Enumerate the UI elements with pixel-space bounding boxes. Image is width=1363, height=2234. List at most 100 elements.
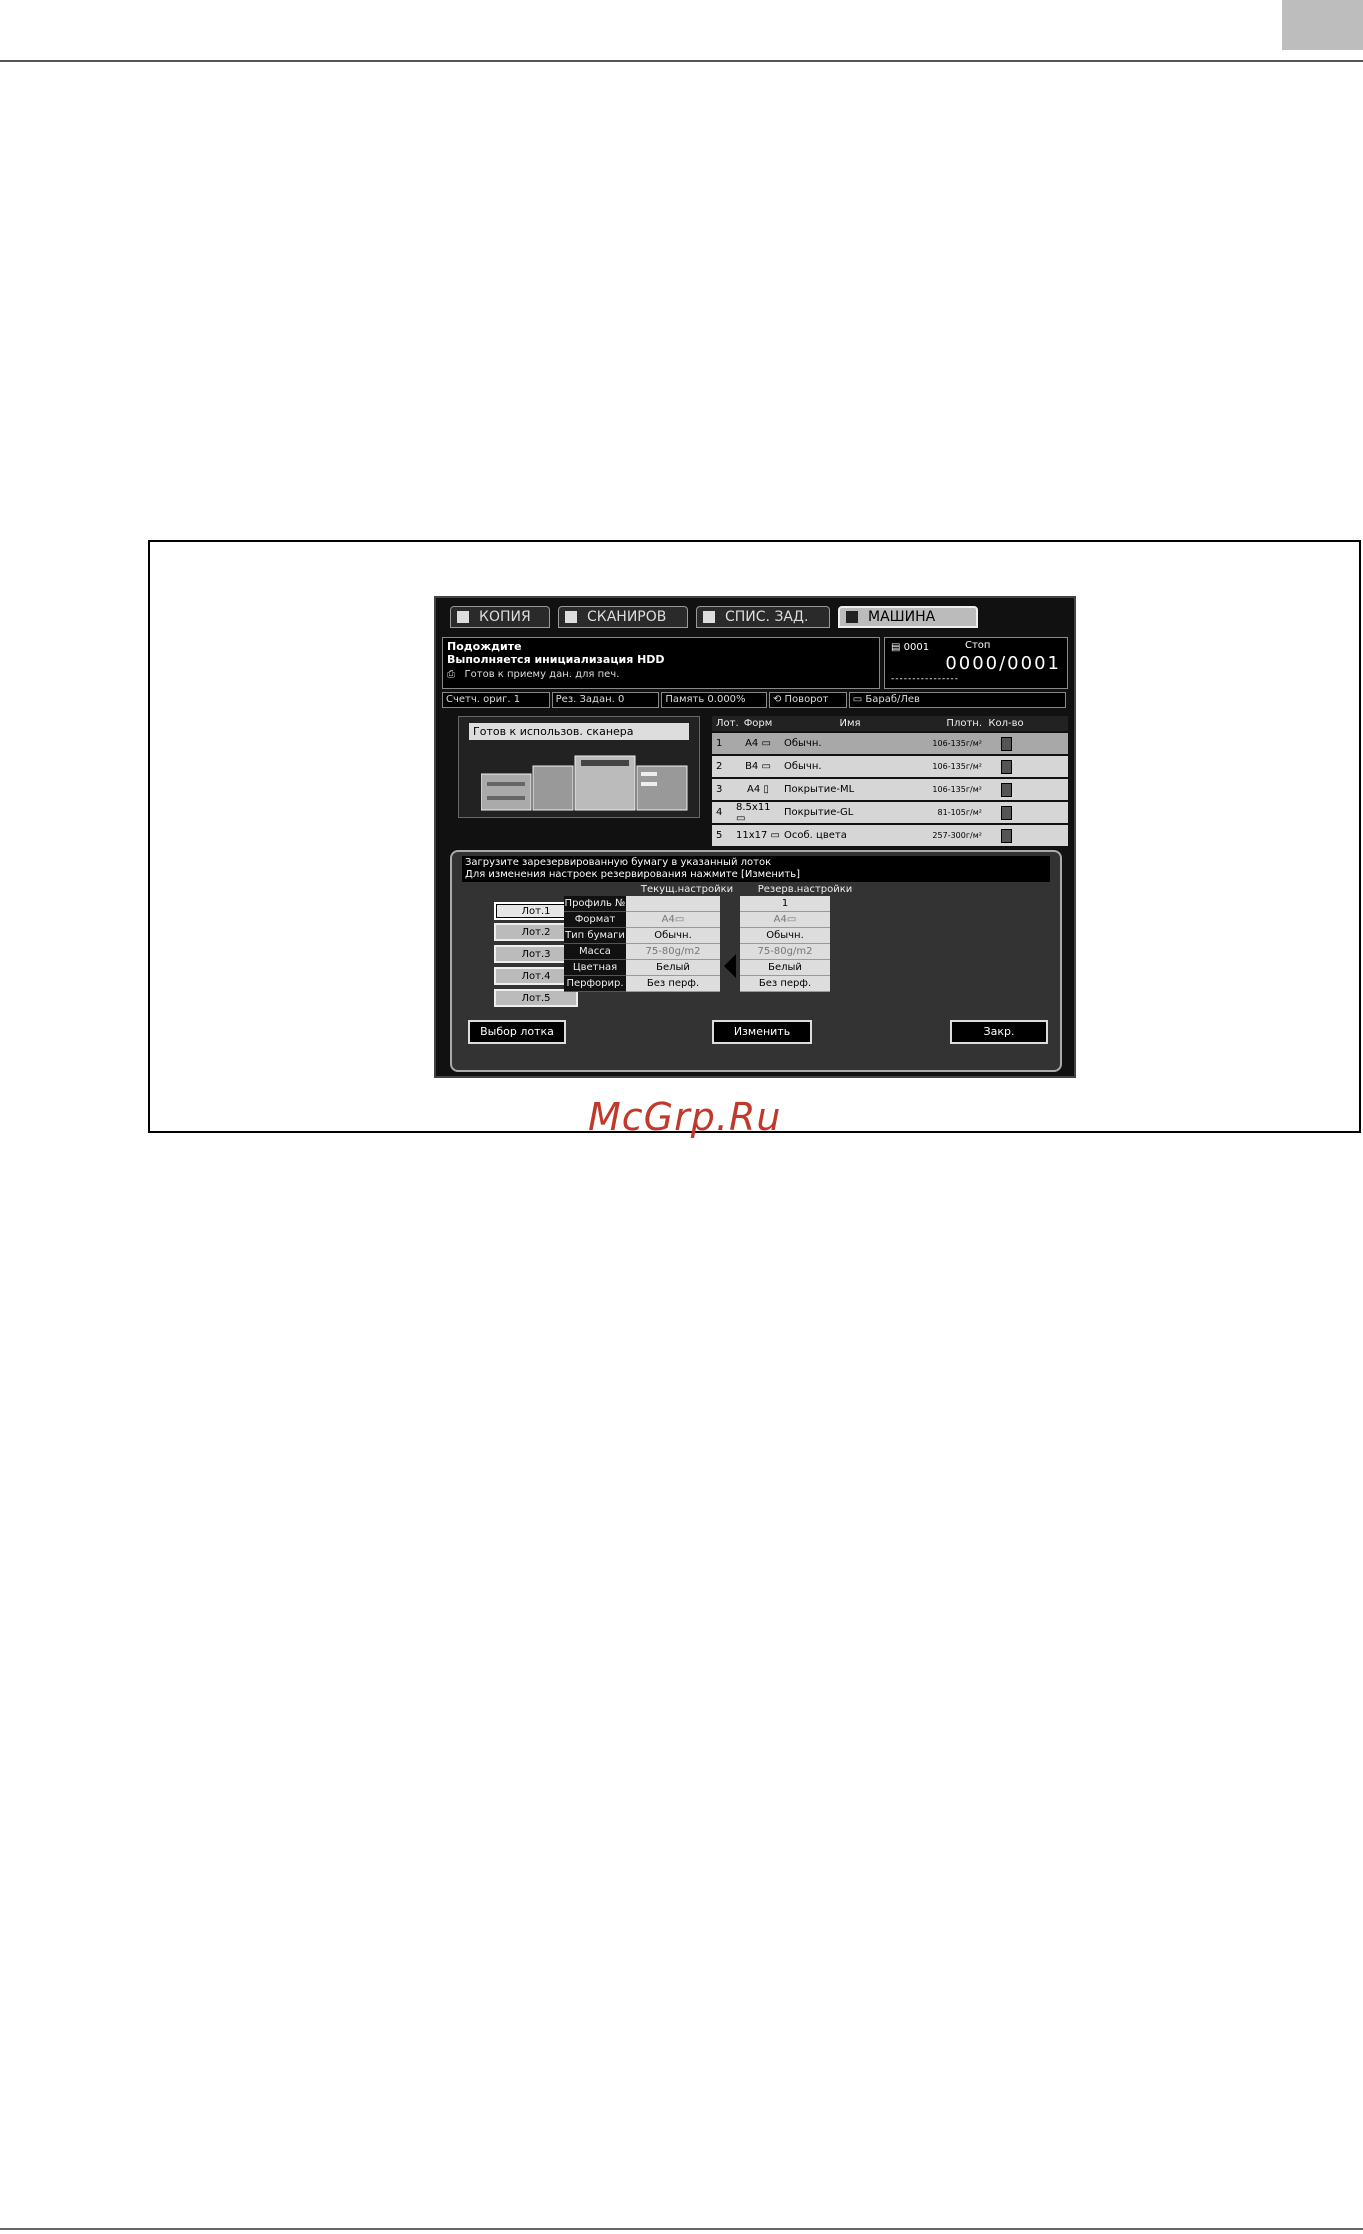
- tab-label: СКАНИРОВ: [587, 609, 667, 625]
- reserve-jobs: Рез. Задан. 0: [551, 692, 660, 708]
- row-name: Покрытие-GL: [784, 807, 854, 818]
- paper-level-icon: [1000, 782, 1012, 797]
- current-profile: [626, 896, 720, 912]
- col-name: Имя: [839, 718, 861, 729]
- tray-table-header: Лот. Форм Имя Плотн. Кол-во: [712, 716, 1068, 733]
- table-row[interactable]: 1 A4 ▭ Обычн. 106-135г/м²: [712, 733, 1068, 756]
- reserve-punch: Без перф.: [740, 976, 830, 992]
- label-punch: Перфорир.: [564, 976, 626, 992]
- stop-label: Стоп: [965, 640, 991, 651]
- reserve-format: A4▭: [740, 912, 830, 928]
- row-format: A4 ▭: [745, 738, 771, 749]
- tab-copy[interactable]: КОПИЯ: [450, 606, 550, 628]
- job-list-icon: [703, 611, 715, 623]
- printer-icon: ⎙: [447, 669, 465, 680]
- row-name: Особ. цвета: [784, 830, 847, 841]
- row-density: 257-300г/м²: [932, 831, 982, 840]
- scanner-status: Готов к использов. сканера: [469, 723, 689, 740]
- tab-job-list[interactable]: СПИС. ЗАД.: [696, 606, 830, 628]
- col-density: Плотн.: [946, 718, 982, 729]
- status-line-1: Подождите: [447, 640, 522, 653]
- row-density: 106-135г/м²: [932, 762, 982, 771]
- status-panel: Подождите Выполняется инициализация HDD …: [442, 637, 880, 689]
- arrow-left-icon: [724, 954, 736, 978]
- rotation-label: Поворот: [784, 694, 829, 705]
- paper-level-icon: [1000, 736, 1012, 751]
- current-paper-type: Обычн.: [626, 928, 720, 944]
- label-color: Цветная: [564, 960, 626, 976]
- col-quantity: Кол-во: [988, 718, 1024, 729]
- label-weight: Масса: [564, 944, 626, 960]
- row-density: 106-135г/м²: [932, 785, 982, 794]
- reserve-popup: Загрузите зарезервированную бумагу в ука…: [450, 850, 1062, 1072]
- printer-machine-illustration: [481, 755, 688, 811]
- col-format: Форм: [743, 718, 773, 729]
- current-format: A4▭: [626, 912, 720, 928]
- label-format: Формат: [564, 912, 626, 928]
- change-button[interactable]: Изменить: [712, 1020, 812, 1044]
- row-name: Обычн.: [784, 738, 822, 749]
- current-settings-table: Профиль № Формат A4▭ Тип бумаги Обычн. Мас…: [564, 896, 720, 1012]
- current-weight: 75-80g/m2: [626, 944, 720, 960]
- copy-icon: [457, 611, 469, 623]
- row-density: 106-135г/м²: [932, 739, 982, 748]
- tab-label: КОПИЯ: [479, 609, 531, 625]
- counter-dashes: ----------------: [891, 674, 959, 684]
- header-rule: [0, 60, 1363, 62]
- table-row[interactable]: 3 A4 ▯ Покрытие-ML 106-135г/м²: [712, 779, 1068, 802]
- reserve-settings-table: 1 A4▭ Обычн. 75-80g/m2 Белый Без перф.: [740, 896, 830, 992]
- tab-machine[interactable]: МАШИНА: [838, 606, 978, 628]
- info-bar: Счетч. ориг. 1 Рез. Задан. 0 Память 0.00…: [442, 692, 1068, 708]
- paper-level-icon: [1000, 828, 1012, 843]
- row-format: 8.5x11 ▭: [736, 801, 771, 824]
- label-paper-type: Тип бумаги: [564, 928, 626, 944]
- table-row[interactable]: 4 8.5x11 ▭ Покрытие-GL 81-105г/м²: [712, 802, 1068, 825]
- row-lot: 1: [716, 738, 723, 749]
- row-lot: 4: [716, 807, 723, 818]
- row-lot: 5: [716, 830, 723, 841]
- reserve-paper-type: Обычн.: [740, 928, 830, 944]
- row-density: 81-105г/м²: [937, 808, 982, 817]
- paper-level-icon: [1000, 759, 1012, 774]
- tray-table: Лот. Форм Имя Плотн. Кол-во 1 A4 ▭ Обычн…: [712, 716, 1068, 848]
- footer-rule: [0, 2228, 1363, 2230]
- current-color: Белый: [626, 960, 720, 976]
- reserve-settings-title: Резерв.настройки: [757, 884, 853, 895]
- tab-label: МАШИНА: [868, 609, 936, 625]
- reserve-profile: 1: [740, 896, 830, 912]
- reserve-weight: 75-80g/m2: [740, 944, 830, 960]
- original-count: Счетч. ориг. 1: [442, 692, 550, 708]
- tab-scan[interactable]: СКАНИРОВ: [558, 606, 688, 628]
- stack-icon: ▤: [891, 642, 904, 653]
- reserve-color: Белый: [740, 960, 830, 976]
- memory-usage: Память 0.000%: [661, 692, 767, 708]
- rotate-icon: ⟲: [772, 694, 785, 705]
- status-line-2: Выполняется инициализация HDD: [447, 653, 665, 666]
- table-row[interactable]: 5 11x17 ▭ Особ. цвета 257-300г/м²: [712, 825, 1068, 848]
- tray-select-button[interactable]: Выбор лотка: [468, 1020, 566, 1044]
- row-format: A4 ▯: [747, 784, 769, 795]
- scanner-panel: Готов к использов. сканера: [458, 716, 700, 818]
- counter-panel: ▤ 0001 Стоп 0000/0001 ----------------: [884, 637, 1068, 689]
- scan-icon: [565, 611, 577, 623]
- machine-icon: [846, 611, 858, 623]
- message-line-1: Загрузите зарезервированную бумагу в ука…: [465, 857, 772, 868]
- row-lot: 2: [716, 761, 723, 772]
- col-lot: Лот.: [716, 718, 739, 729]
- row-format: B4 ▭: [745, 761, 771, 772]
- status-line-3: Готов к приему дан. для печ.: [464, 669, 620, 680]
- paper-level-icon: [1000, 805, 1012, 820]
- row-format: 11x17 ▭: [736, 830, 780, 841]
- row-name: Покрытие-ML: [784, 784, 855, 795]
- drum-label: Бараб/Лев: [865, 694, 920, 705]
- drum-icon: ▭: [852, 694, 866, 705]
- counter-value: 0000/0001: [945, 653, 1061, 674]
- label-profile: Профиль №: [564, 896, 626, 912]
- close-button[interactable]: Закр.: [950, 1020, 1048, 1044]
- job-number: 0001: [903, 642, 930, 653]
- table-row[interactable]: 2 B4 ▭ Обычн. 106-135г/м²: [712, 756, 1068, 779]
- current-punch: Без перф.: [626, 976, 720, 992]
- tab-label: СПИС. ЗАД.: [725, 609, 809, 625]
- row-name: Обычн.: [784, 761, 822, 772]
- popup-message: Загрузите зарезервированную бумагу в ука…: [462, 856, 1050, 882]
